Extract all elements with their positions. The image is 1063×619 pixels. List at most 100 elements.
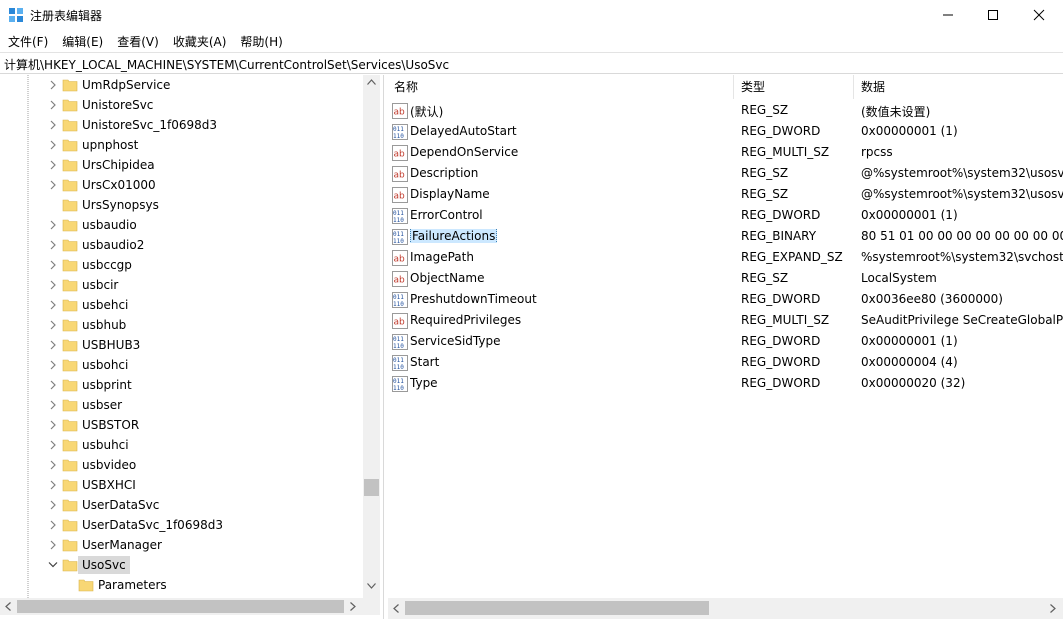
tree-vertical-scroll-thumb[interactable] (364, 479, 379, 496)
value-row[interactable]: ab RequiredPrivileges REG_MULTI_SZ SeAuditP… (388, 310, 1063, 331)
chevron-right-icon[interactable] (48, 539, 58, 551)
tree-item[interactable]: UnistoreSvc (0, 95, 363, 115)
tree-item[interactable]: UrsChipidea (0, 155, 363, 175)
tree-horizontal-scroll-thumb[interactable] (17, 600, 344, 613)
tree-vertical-scrollbar[interactable] (363, 75, 380, 598)
list-horizontal-scrollbar[interactable] (388, 598, 1063, 619)
value-row[interactable]: ab DependOnService REG_MULTI_SZ rpcss (388, 142, 1063, 163)
value-name: Description (410, 166, 479, 180)
scroll-right-icon[interactable] (1050, 604, 1056, 613)
folder-icon (62, 479, 78, 492)
tree-item[interactable]: upnphost (0, 135, 363, 155)
close-icon (1033, 9, 1045, 21)
chevron-right-icon[interactable] (48, 339, 58, 351)
value-row[interactable]: ab (默认) REG_SZ (数值未设置) (388, 100, 1063, 121)
folder-icon (62, 179, 78, 192)
chevron-right-icon[interactable] (48, 419, 58, 431)
minimize-button[interactable] (925, 0, 971, 30)
tree-item[interactable]: usbprint (0, 375, 363, 395)
folder-icon (62, 459, 78, 472)
chevron-right-icon[interactable] (48, 379, 58, 391)
chevron-right-icon[interactable] (48, 479, 58, 491)
tree-item[interactable]: UserDataSvc (0, 495, 363, 515)
chevron-right-icon[interactable] (48, 439, 58, 451)
value-row[interactable]: 011 110 DelayedAutoStart REG_DWORD 0x0000000… (388, 121, 1063, 142)
tree-item[interactable]: usbccgp (0, 255, 363, 275)
chevron-right-icon[interactable] (48, 279, 58, 291)
maximize-button[interactable] (970, 0, 1016, 30)
value-row[interactable]: 011 110 FailureActions REG_BINARY 80 51 01 0… (388, 226, 1063, 247)
scroll-left-icon[interactable] (5, 602, 11, 611)
chevron-right-icon[interactable] (48, 459, 58, 471)
value-row[interactable]: 011 110 ErrorControl REG_DWORD 0x00000001 (1… (388, 205, 1063, 226)
column-header-type[interactable]: 类型 (735, 75, 854, 99)
menu-help[interactable]: 帮助(H) (234, 31, 288, 52)
chevron-right-icon[interactable] (48, 219, 58, 231)
tree-item[interactable]: UserManager (0, 535, 363, 555)
address-path[interactable]: 计算机\HKEY_LOCAL_MACHINE\SYSTEM\CurrentCon… (4, 56, 449, 73)
column-header-data[interactable]: 数据 (855, 75, 1063, 99)
scroll-right-icon[interactable] (350, 602, 356, 611)
svg-text:ab: ab (394, 255, 406, 265)
value-row[interactable]: ab Description REG_SZ @%systemroot%\system3… (388, 163, 1063, 184)
tree-item[interactable]: USBSTOR (0, 415, 363, 435)
list-horizontal-scroll-thumb[interactable] (405, 601, 709, 615)
chevron-right-icon[interactable] (48, 499, 58, 511)
value-row[interactable]: 011 110 ServiceSidType REG_DWORD 0x00000001 … (388, 331, 1063, 352)
chevron-right-icon[interactable] (48, 399, 58, 411)
chevron-right-icon[interactable] (48, 259, 58, 271)
tree-item[interactable]: usbhub (0, 315, 363, 335)
chevron-right-icon[interactable] (48, 139, 58, 151)
tree-item[interactable]: usbohci (0, 355, 363, 375)
tree-item[interactable]: usbehci (0, 295, 363, 315)
chevron-right-icon[interactable] (48, 179, 58, 191)
tree-item[interactable]: usbvideo (0, 455, 363, 475)
chevron-right-icon[interactable] (48, 239, 58, 251)
chevron-right-icon[interactable] (48, 99, 58, 111)
tree-item[interactable]: UnistoreSvc_1f0698d3 (0, 115, 363, 135)
menu-file[interactable]: 文件(F) (2, 31, 54, 52)
column-header-name[interactable]: 名称 (388, 75, 734, 99)
tree-item[interactable]: usbuhci (0, 435, 363, 455)
menu-view[interactable]: 查看(V) (111, 31, 165, 52)
chevron-right-icon[interactable] (48, 159, 58, 171)
chevron-right-icon[interactable] (48, 319, 58, 331)
scroll-left-icon[interactable] (393, 604, 399, 613)
value-row[interactable]: ab ObjectName REG_SZ LocalSystem (388, 268, 1063, 289)
scroll-down-icon[interactable] (367, 583, 376, 589)
chevron-right-icon[interactable] (48, 359, 58, 371)
tree-item[interactable]: Parameters (0, 575, 363, 595)
value-type: REG_DWORD (741, 292, 821, 306)
tree-item[interactable]: usbcir (0, 275, 363, 295)
chevron-down-icon[interactable] (48, 559, 58, 571)
chevron-right-icon[interactable] (48, 519, 58, 531)
value-row[interactable]: 011 110 Type REG_DWORD 0x00000020 (32) (388, 373, 1063, 394)
tree-item[interactable]: USBHUB3 (0, 335, 363, 355)
chevron-right-icon[interactable] (48, 299, 58, 311)
close-button[interactable] (1016, 0, 1062, 30)
value-type: REG_DWORD (741, 334, 821, 348)
chevron-right-icon[interactable] (48, 119, 58, 131)
tree-horizontal-scrollbar[interactable] (0, 598, 380, 615)
tree-item[interactable]: USBXHCI (0, 475, 363, 495)
value-row[interactable]: 011 110 PreshutdownTimeout REG_DWORD 0x0036e… (388, 289, 1063, 310)
tree-item[interactable]: usbaudio (0, 215, 363, 235)
tree-item[interactable]: usbaudio2 (0, 235, 363, 255)
menu-favorites[interactable]: 收藏夹(A) (167, 31, 233, 52)
value-row[interactable]: 011 110 Start REG_DWORD 0x00000004 (4) (388, 352, 1063, 373)
value-row[interactable]: ab DisplayName REG_SZ @%systemroot%\system3… (388, 184, 1063, 205)
tree-item[interactable]: UsoSvc (0, 555, 363, 575)
address-bar[interactable]: 计算机\HKEY_LOCAL_MACHINE\SYSTEM\CurrentCon… (0, 52, 1063, 74)
tree-item[interactable]: usbser (0, 395, 363, 415)
chevron-right-icon[interactable] (48, 79, 58, 91)
tree-item[interactable]: UmRdpService (0, 75, 363, 95)
svg-text:110: 110 (393, 301, 404, 308)
tree-item[interactable]: UrsCx01000 (0, 175, 363, 195)
menu-edit[interactable]: 编辑(E) (56, 31, 109, 52)
value-data: LocalSystem (861, 271, 937, 285)
tree-item-label: usbvideo (82, 458, 137, 472)
tree-item[interactable]: UrsSynopsys (0, 195, 363, 215)
tree-item[interactable]: UserDataSvc_1f0698d3 (0, 515, 363, 535)
value-row[interactable]: ab ImagePath REG_EXPAND_SZ %systemroot%\sys… (388, 247, 1063, 268)
scroll-up-icon[interactable] (367, 79, 376, 85)
